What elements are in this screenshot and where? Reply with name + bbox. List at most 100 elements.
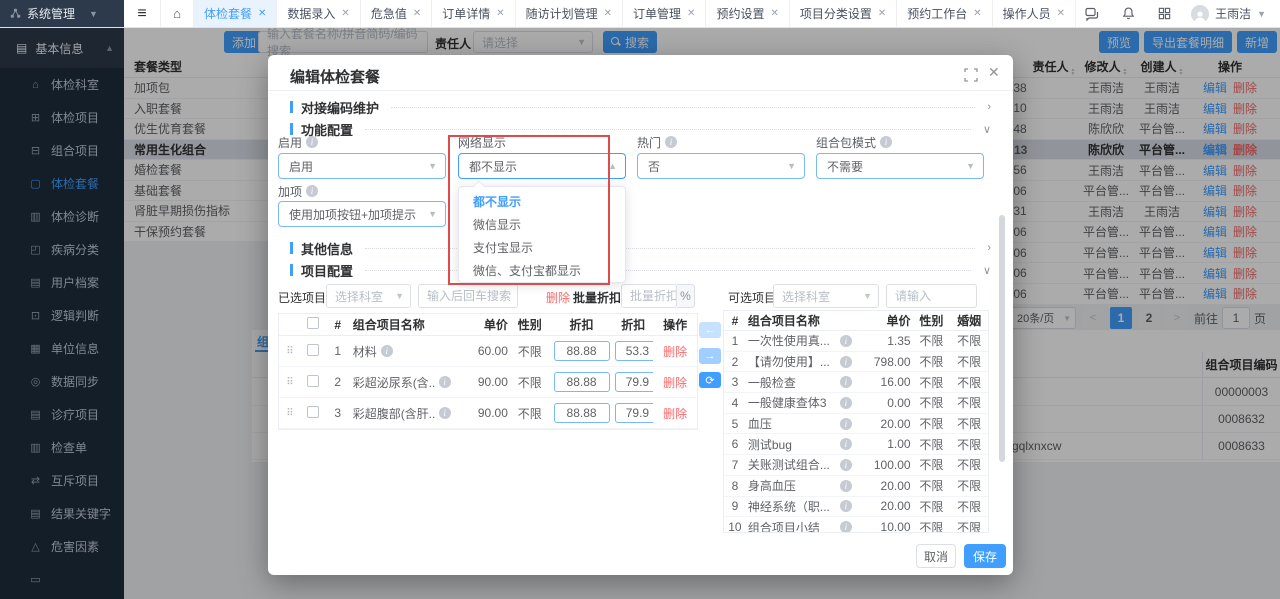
delete-link[interactable]: 删除 xyxy=(663,376,687,390)
available-item-row[interactable]: 8身高血压i20.00不限不限 xyxy=(724,476,988,497)
delete-link[interactable]: 删除 xyxy=(663,407,687,421)
chevron-right-icon[interactable]: › xyxy=(987,101,991,113)
drag-handle-icon[interactable]: ⠿ xyxy=(279,408,301,419)
available-item-row[interactable]: 2【请勿使用】...i798.00不限不限 xyxy=(724,352,988,373)
drag-handle-icon[interactable]: ⠿ xyxy=(279,346,301,357)
available-item-row[interactable]: 4一般健康查体3i0.00不限不限 xyxy=(724,393,988,414)
user-menu[interactable]: 王雨洁 ▼ xyxy=(1191,5,1266,23)
message-icon[interactable] xyxy=(1083,5,1101,23)
app-logo[interactable]: 系统管理 ▼ xyxy=(0,0,124,27)
row-checkbox[interactable] xyxy=(307,344,319,356)
row-checkbox[interactable] xyxy=(307,406,319,418)
available-item-row[interactable]: 10组合项目小结i10.00不限不限 xyxy=(724,517,988,533)
drag-handle-icon[interactable]: ⠿ xyxy=(279,377,301,388)
addon-select[interactable]: 使用加项按钮+加项提示▼ xyxy=(278,201,446,227)
cell-index: 1 xyxy=(325,344,351,358)
dropdown-option[interactable]: 支付宝显示 xyxy=(459,237,625,260)
available-search-input[interactable] xyxy=(886,284,977,308)
close-icon[interactable]: ✕ xyxy=(770,8,778,19)
tab-数据录入[interactable]: 数据录入✕ xyxy=(277,0,360,27)
selected-dept-select[interactable]: 选择科室▼ xyxy=(326,284,411,308)
selected-item-row[interactable]: ⠿3彩超腹部(含肝...i90.00不限删除 xyxy=(279,398,697,429)
cancel-button[interactable]: 取消 xyxy=(916,544,956,568)
tab-预约设置[interactable]: 预约设置✕ xyxy=(706,0,789,27)
delete-link[interactable]: 删除 xyxy=(663,345,687,359)
discount-input-clipped[interactable] xyxy=(615,403,653,423)
batch-discount-input[interactable] xyxy=(621,284,677,308)
tab-危急值[interactable]: 危急值✕ xyxy=(361,0,432,27)
discount-input-clipped[interactable] xyxy=(615,341,653,361)
close-icon[interactable]: ✕ xyxy=(878,8,886,19)
selected-item-row[interactable]: ⠿2彩超泌尿系(含...i90.00不限删除 xyxy=(279,367,697,398)
close-icon[interactable]: ✕ xyxy=(604,8,612,19)
available-dept-select[interactable]: 选择科室▼ xyxy=(773,284,879,308)
close-icon[interactable]: ✕ xyxy=(1057,8,1065,19)
selected-item-row[interactable]: ⠿1材料i60.00不限删除 xyxy=(279,336,697,367)
chevron-down-icon[interactable]: ∨ xyxy=(983,123,991,136)
close-icon[interactable]: ✕ xyxy=(341,8,349,19)
close-icon[interactable]: ✕ xyxy=(988,64,1000,81)
info-icon: i xyxy=(306,136,318,148)
close-icon[interactable]: ✕ xyxy=(258,8,266,19)
info-icon: i xyxy=(439,376,451,388)
discount-input-clipped[interactable] xyxy=(615,372,653,392)
cell-index: 9 xyxy=(724,499,746,513)
available-item-row[interactable]: 5血压i20.00不限不限 xyxy=(724,414,988,435)
row-checkbox[interactable] xyxy=(307,375,319,387)
tab-label: 体检套餐 xyxy=(204,5,252,22)
network-select[interactable]: 都不显示▲ xyxy=(458,153,626,179)
fullscreen-icon[interactable] xyxy=(964,68,978,82)
tab-bar: 体检套餐✕数据录入✕危急值✕订单详情✕随访计划管理✕订单管理✕预约设置✕项目分类… xyxy=(194,0,1076,27)
tab-label: 随访计划管理 xyxy=(526,5,598,22)
tab-项目分类设置[interactable]: 项目分类设置✕ xyxy=(790,0,897,27)
tab-体检套餐[interactable]: 体检套餐 ✕ xyxy=(194,0,277,27)
cell-name: 身高血压i xyxy=(746,477,859,494)
move-left-button[interactable]: ← xyxy=(699,322,721,338)
chevron-right-icon[interactable]: › xyxy=(987,242,991,254)
close-icon[interactable]: ✕ xyxy=(687,8,695,19)
cell-gender: 不限 xyxy=(913,436,951,453)
col-3: 性别 xyxy=(510,316,550,333)
menu-toggle-icon[interactable]: ≡ xyxy=(124,0,160,27)
chevron-down-icon[interactable]: ∨ xyxy=(983,264,991,277)
tab-预约工作台[interactable]: 预约工作台✕ xyxy=(897,0,992,27)
close-icon[interactable]: ✕ xyxy=(973,8,981,19)
cell-checkbox xyxy=(301,375,325,390)
close-icon[interactable]: ✕ xyxy=(413,8,421,19)
available-item-row[interactable]: 6测试bugi1.00不限不限 xyxy=(724,434,988,455)
dropdown-option[interactable]: 都不显示 xyxy=(459,191,625,214)
home-icon[interactable]: ⌂ xyxy=(160,0,194,27)
save-button[interactable]: 保存 xyxy=(964,544,1006,568)
discount-input[interactable] xyxy=(554,372,610,392)
tab-操作人员[interactable]: 操作人员✕ xyxy=(993,0,1076,27)
tab-随访计划管理[interactable]: 随访计划管理 ✕ xyxy=(516,0,623,27)
modal-scrollbar[interactable] xyxy=(999,215,1005,462)
discount-input[interactable] xyxy=(554,403,610,423)
combo-mode-select[interactable]: 不需要▼ xyxy=(816,153,984,179)
info-icon: i xyxy=(880,136,892,148)
apps-grid-icon[interactable] xyxy=(1155,5,1173,23)
discount-input[interactable] xyxy=(554,341,610,361)
refresh-swap-button[interactable]: ⟳ xyxy=(699,372,721,388)
select-all-checkbox[interactable] xyxy=(307,317,319,329)
tab-订单详情[interactable]: 订单详情✕ xyxy=(432,0,515,27)
bell-icon[interactable] xyxy=(1119,5,1137,23)
available-item-row[interactable]: 9神经系统（职...i20.00不限不限 xyxy=(724,497,988,518)
cell-name: 【请勿使用】...i xyxy=(746,353,859,370)
move-right-button[interactable]: → xyxy=(699,348,721,364)
tab-订单管理[interactable]: 订单管理✕ xyxy=(623,0,706,27)
available-item-row[interactable]: 1一次性使用真...i1.35不限不限 xyxy=(724,331,988,352)
enable-select[interactable]: 启用▼ xyxy=(278,153,446,179)
item-name: 彩超泌尿系(含... xyxy=(353,374,435,391)
col-5: 折扣 xyxy=(613,316,653,333)
hot-select[interactable]: 否▼ xyxy=(637,153,805,179)
available-item-row[interactable]: 3一般检查i16.00不限不限 xyxy=(724,372,988,393)
available-item-row[interactable]: 7关账测试组合...i100.00不限不限 xyxy=(724,455,988,476)
dropdown-option[interactable]: 微信、支付宝都显示 xyxy=(459,260,625,283)
section-projects: 项目配置∨ xyxy=(290,261,991,279)
chevron-down-icon: ▼ xyxy=(395,291,404,301)
batch-delete-link[interactable]: 删除 xyxy=(546,289,570,306)
close-icon[interactable]: ✕ xyxy=(496,8,504,19)
dropdown-option[interactable]: 微信显示 xyxy=(459,214,625,237)
selected-search-input[interactable] xyxy=(418,284,518,308)
